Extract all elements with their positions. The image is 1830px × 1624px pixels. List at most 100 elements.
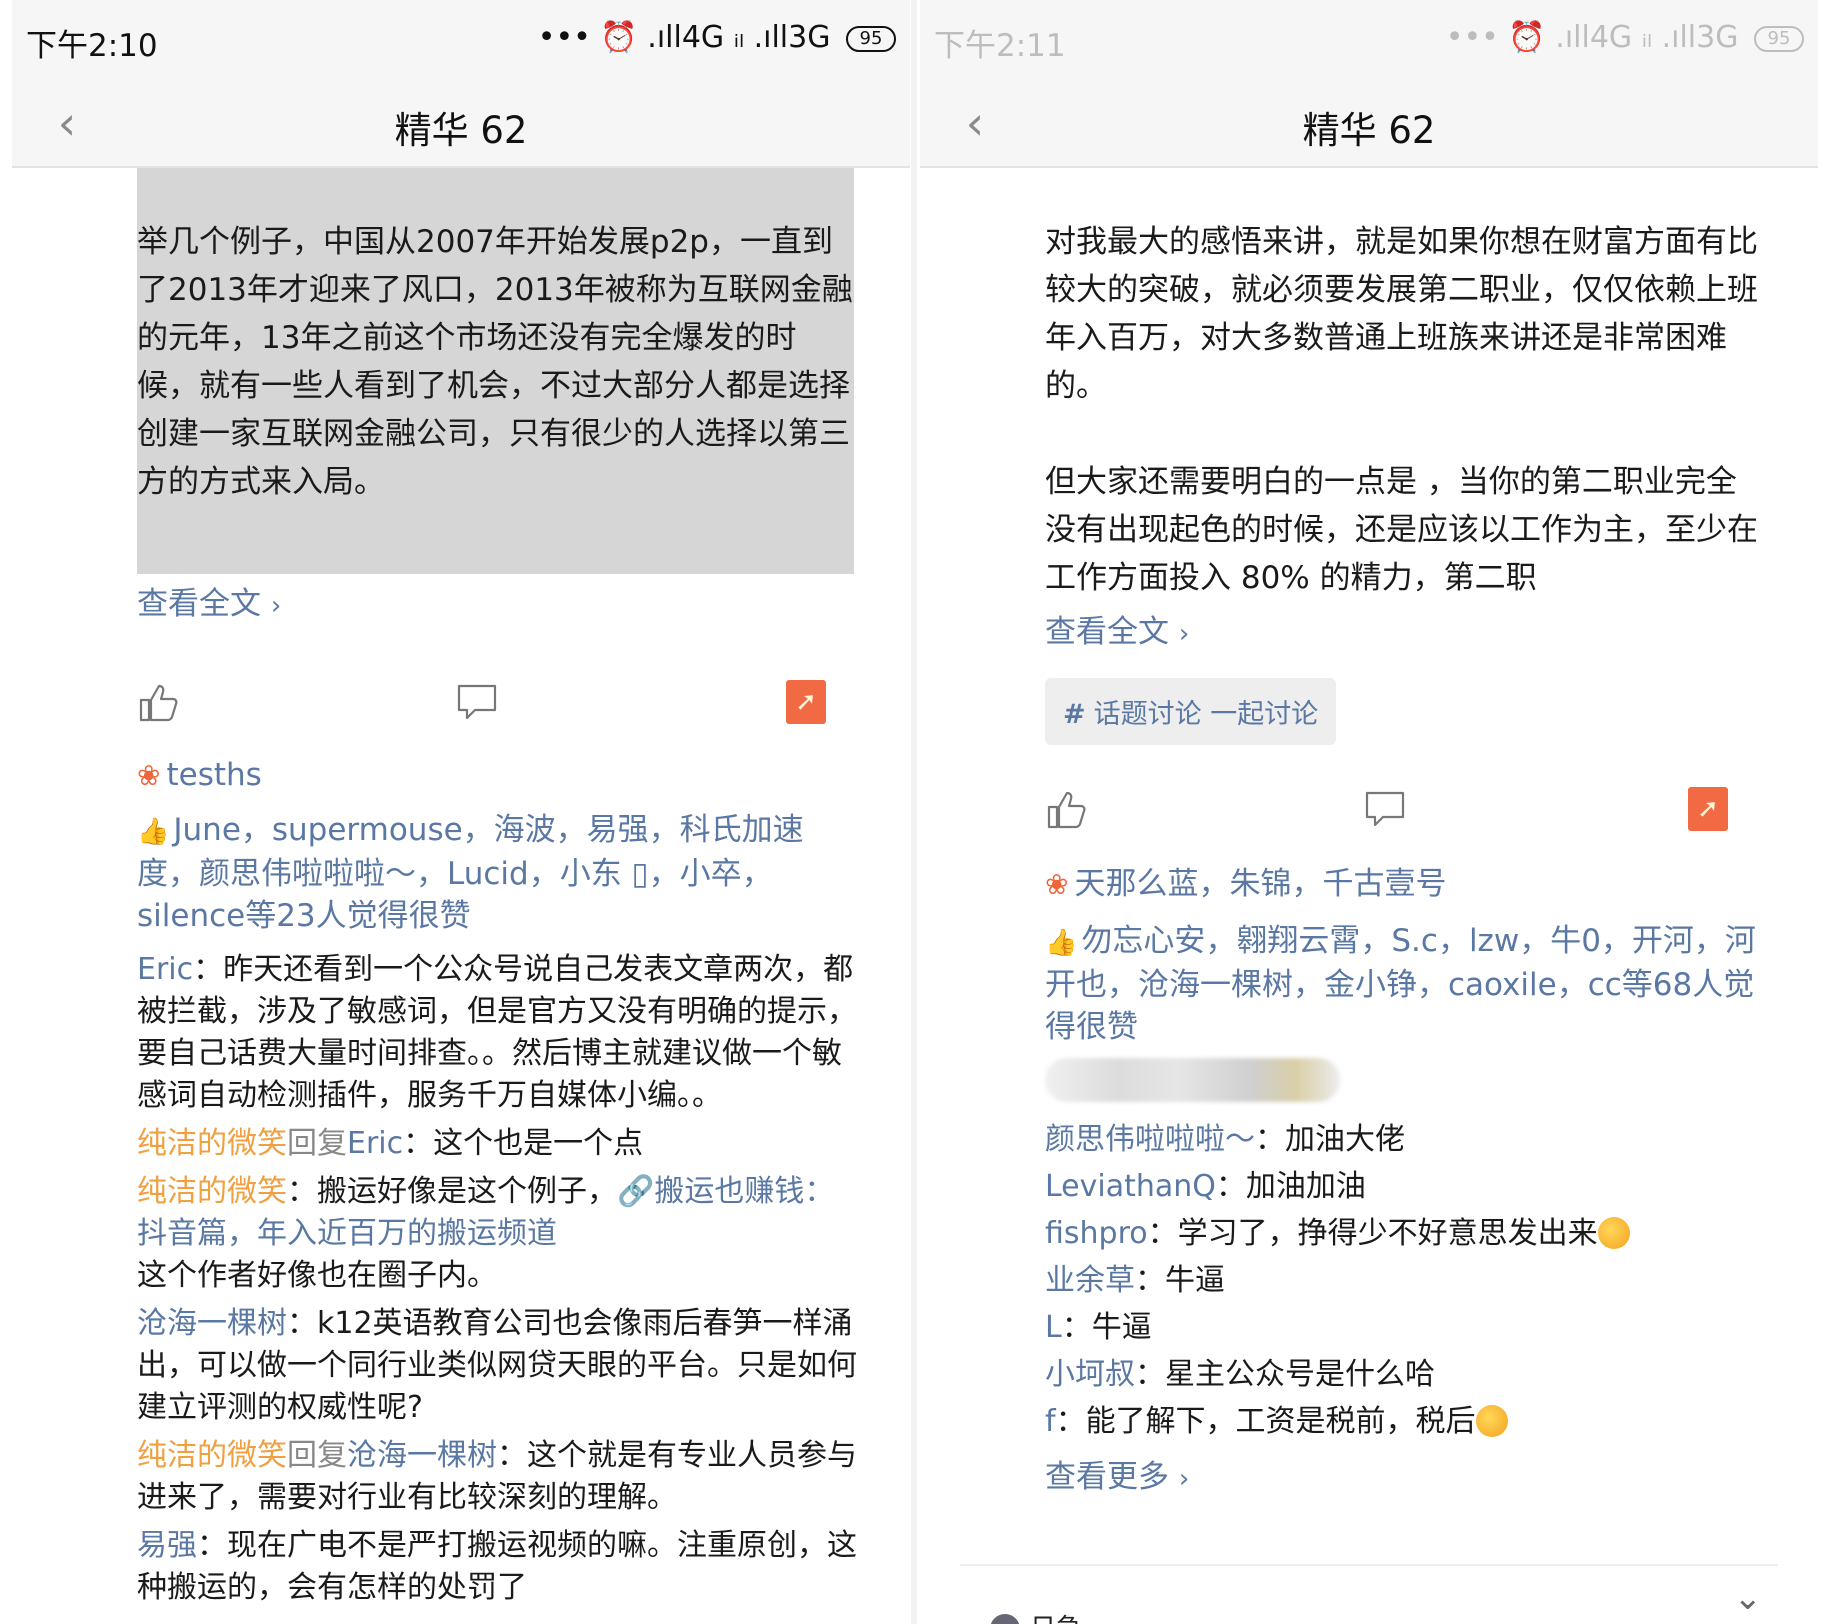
comment-author[interactable]: Eric <box>137 952 193 987</box>
comment-text: 加油大佬 <box>1285 1122 1405 1157</box>
reward-row: ❀ 天那么蓝，朱锦，千古壹号 <box>1045 863 1762 906</box>
see-more-link[interactable]: 查看更多 › <box>1045 1453 1762 1503</box>
comment-text: 牛逼 <box>1165 1263 1225 1298</box>
share-arrow-icon: ➚ <box>786 680 826 724</box>
chevron-right-icon: › <box>1178 619 1190 649</box>
comment-text: 牛逼 <box>1091 1310 1152 1345</box>
read-full-label: 查看全文 <box>1045 614 1169 650</box>
chevron-right-icon: › <box>1178 1464 1190 1494</box>
read-full-link[interactable]: 查看全文 › <box>137 580 860 630</box>
reward-names[interactable]: 天那么蓝，朱锦，千古壹号 <box>1074 866 1446 902</box>
post-paragraph-2: 但大家还需要明白的一点是 ，当你的第二职业完全没有出现起色的时候，还是应该以工作… <box>1045 464 1758 596</box>
comment-sep: ： <box>197 1528 227 1563</box>
comment-text: 搬运好像是这个例子， <box>317 1174 617 1209</box>
comment-item: 小坷叔：星主公众号是什么哈 <box>1045 1351 1762 1398</box>
share-button[interactable]: ➚ <box>1688 787 1732 831</box>
comment-sep: ： <box>1061 1310 1092 1345</box>
thumbs-up-filled-icon: 👍 <box>137 817 170 847</box>
like-button[interactable] <box>137 680 181 724</box>
section-divider <box>960 1564 1778 1566</box>
comment-bubble-icon <box>1365 791 1405 827</box>
left-screenshot: 下午2:10 ••• ⏰ .ıll4G ᵢₗ .ıll3G 95 ‹ 精华 62… <box>12 0 910 1624</box>
comment-author[interactable]: 纯洁的微笑 <box>137 1438 287 1473</box>
comment-author[interactable]: L <box>1045 1310 1062 1345</box>
flower-icon: ❀ <box>137 759 161 792</box>
comment-sep: ： <box>1055 1404 1086 1439</box>
reward-row: ❀ tesths <box>137 754 860 797</box>
reply-to-author[interactable]: 沧海一棵树 <box>347 1438 497 1473</box>
comment-sep: ： <box>1147 1216 1178 1251</box>
comment-item: fishpro：学习了，挣得少不好意思发出来 <box>1045 1210 1762 1257</box>
laughing-emoji-icon <box>1475 1405 1508 1437</box>
reply-to-author[interactable]: Eric <box>347 1126 403 1161</box>
flower-icon: ❀ <box>1045 868 1069 901</box>
comment-author[interactable]: 纯洁的微笑 <box>137 1126 287 1161</box>
read-full-link[interactable]: 查看全文 › <box>1045 608 1762 658</box>
comment-author[interactable]: fishpro <box>1045 1216 1148 1251</box>
comment-sep: ： <box>1135 1357 1165 1392</box>
comment-sep: ： <box>1255 1122 1285 1157</box>
comment-item: Eric：昨天还看到一个公众号说自己发表文章两次，都被拦截，涉及了敏感词，但是官… <box>137 949 860 1117</box>
blurred-avatars <box>1045 1058 1340 1102</box>
link-icon: 🔗 <box>617 1174 655 1209</box>
network-signal-icons: ••• ⏰ .ıll4G ᵢₗ .ıll3G <box>1445 20 1739 55</box>
comment-item: 纯洁的微笑回复Eric：这个也是一个点 <box>137 1123 860 1165</box>
status-time: 下午2:10 <box>26 28 158 64</box>
comment-button[interactable] <box>1363 787 1407 831</box>
comment-author[interactable]: 小坷叔 <box>1045 1357 1135 1392</box>
chevron-right-icon: › <box>270 591 282 621</box>
post-content: 对我最大的感悟来讲，就是如果你想在财富方面有比较大的突破，就必须要发展第二职业，… <box>1045 168 1762 1503</box>
comment-tail: 这个作者好像也在圈子内。 <box>137 1258 497 1293</box>
comment-author[interactable]: f <box>1045 1404 1056 1439</box>
panel-divider <box>911 0 917 1624</box>
comment-sep: ： <box>1215 1169 1246 1204</box>
hashtag-icon: # <box>1063 699 1086 730</box>
battery-icon: 95 <box>1754 26 1804 52</box>
likes-text[interactable]: June，supermouse，海波，易强，科氏加速度，颜思伟啦啦啦～，Luci… <box>137 812 804 934</box>
comment-sep: ： <box>287 1174 317 1209</box>
topic-tag[interactable]: # 话题讨论 一起讨论 <box>1045 678 1337 745</box>
network-signal-icons: ••• ⏰ .ıll4G ᵢₗ .ıll3G <box>537 20 831 55</box>
comment-item: f：能了解下，工资是税前，税后 <box>1045 1398 1762 1445</box>
status-bar: 下午2:11 ••• ⏰ .ıll4G ᵢₗ .ıll3G 95 <box>920 0 1818 82</box>
status-icons: ••• ⏰ .ıll4G ᵢₗ .ıll3G 95 <box>1446 20 1804 55</box>
comment-item: 沧海一棵树：k12英语教育公司也会像雨后春笋一样涌出，可以做一个同行业类似网贷天… <box>137 1303 860 1429</box>
comment-author[interactable]: 沧海一棵树 <box>137 1306 287 1341</box>
likes-row: 👍 勿忘心安，翱翔云霄，S.c，lzw，牛0，开河，河开也，沧海一棵树，金小铮，c… <box>1045 920 1762 1048</box>
comment-item: L：牛逼 <box>1045 1304 1762 1351</box>
comment-author[interactable]: 纯洁的微笑 <box>137 1174 287 1209</box>
comment-bubble-icon <box>457 684 497 720</box>
comment-item: LeviathanQ：加油加油 <box>1045 1163 1762 1210</box>
thumbs-up-filled-icon: 👍 <box>1045 928 1078 958</box>
status-time: 下午2:11 <box>934 28 1066 64</box>
comment-author[interactable]: 易强 <box>137 1528 197 1563</box>
comment-item: 纯洁的微笑回复沧海一棵树：这个就是有专业人员参与进来了，需要对行业有比较深刻的理… <box>137 1435 860 1519</box>
comment-author[interactable]: 业余草 <box>1045 1263 1135 1298</box>
chevron-down-icon[interactable]: ⌄ <box>1734 1578 1763 1618</box>
laughing-emoji-icon <box>1597 1217 1630 1249</box>
comment-sep: ： <box>1135 1263 1165 1298</box>
likes-text[interactable]: 勿忘心安，翱翔云霄，S.c，lzw，牛0，开河，河开也，沧海一棵树，金小铮，ca… <box>1045 923 1756 1045</box>
reward-names[interactable]: tesths <box>166 757 261 793</box>
next-post-author-partial: 日急 <box>1030 1610 1082 1624</box>
comment-sep: ： <box>193 952 224 987</box>
status-icons: ••• ⏰ .ıll4G ᵢₗ .ıll3G 95 <box>538 20 896 55</box>
comment-sep: ： <box>287 1306 317 1341</box>
comment-text: 加油加油 <box>1245 1169 1366 1204</box>
comment-item: 颜思伟啦啦啦～：加油大佬 <box>1045 1116 1762 1163</box>
comment-item: 业余草：牛逼 <box>1045 1257 1762 1304</box>
nav-bar: ‹ 精华 62 <box>920 82 1818 168</box>
comment-text: 星主公众号是什么哈 <box>1165 1357 1435 1392</box>
comment-author[interactable]: 颜思伟啦啦啦～ <box>1045 1122 1255 1157</box>
post-content: 举几个例子，中国从2007年开始发展p2p，一直到了2013年才迎来了风口，20… <box>137 168 860 1609</box>
share-button[interactable]: ➚ <box>786 680 830 724</box>
share-arrow-icon: ➚ <box>1688 787 1728 831</box>
comment-text: 这个也是一个点 <box>433 1126 644 1161</box>
post-paragraph-1: 对我最大的感悟来讲，就是如果你想在财富方面有比较大的突破，就必须要发展第二职业，… <box>1045 224 1758 404</box>
battery-icon: 95 <box>846 26 896 52</box>
comment-item: 纯洁的微笑：搬运好像是这个例子，🔗搬运也赚钱：抖音篇，年入近百万的搬运频道 这个… <box>137 1171 860 1297</box>
like-button[interactable] <box>1045 787 1089 831</box>
comment-button[interactable] <box>455 680 499 724</box>
comment-author[interactable]: LeviathanQ <box>1045 1169 1216 1204</box>
comment-text: 昨天还看到一个公众号说自己发表文章两次，都被拦截，涉及了敏感词，但是官方又没有明… <box>137 952 857 1113</box>
